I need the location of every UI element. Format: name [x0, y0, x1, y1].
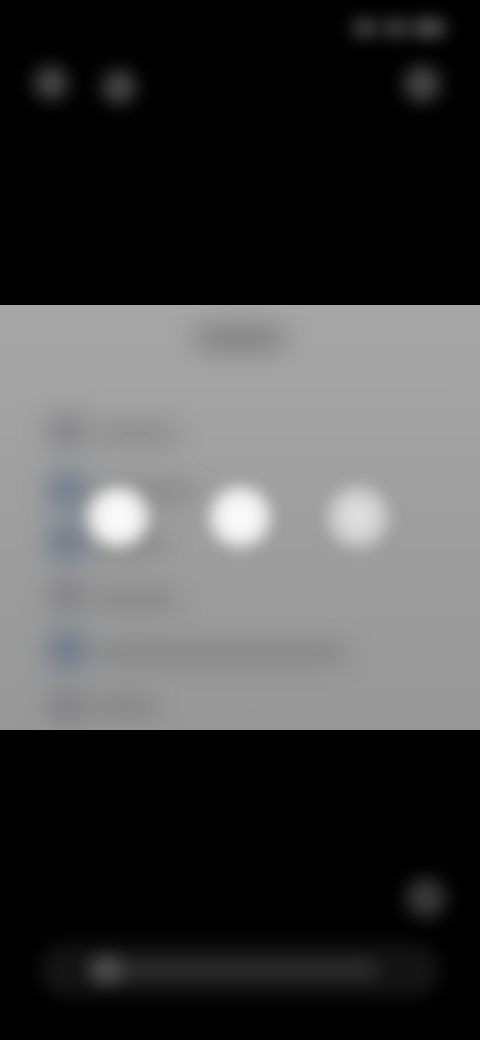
message-input-text: [88, 961, 378, 979]
app-icon: [50, 691, 84, 721]
wifi-icon: [386, 22, 406, 34]
app-icon: [50, 475, 84, 505]
signal-icon: [354, 22, 376, 34]
media-preview[interactable]: [0, 305, 480, 730]
list-item-text: [96, 701, 156, 710]
app-icon: [50, 527, 84, 557]
list-item-text: [96, 429, 176, 438]
loader-dot: [82, 481, 154, 553]
top-bar: [0, 0, 480, 130]
app-icon: [50, 417, 84, 447]
list-item-text: [96, 649, 346, 658]
media-title: [196, 329, 284, 347]
battery-icon: [414, 22, 444, 34]
app-icon: [50, 581, 84, 611]
loader-dot: [322, 481, 394, 553]
app-icon: [50, 635, 84, 665]
more-icon[interactable]: [404, 66, 440, 102]
menu-icon[interactable]: [102, 70, 136, 104]
list-item-text: [96, 595, 176, 604]
back-icon[interactable]: [34, 66, 68, 100]
divider: [0, 383, 480, 385]
action-icon[interactable]: [406, 878, 446, 918]
status-icons: [354, 18, 444, 38]
screen: [0, 0, 480, 1040]
loader-dot: [204, 481, 276, 553]
